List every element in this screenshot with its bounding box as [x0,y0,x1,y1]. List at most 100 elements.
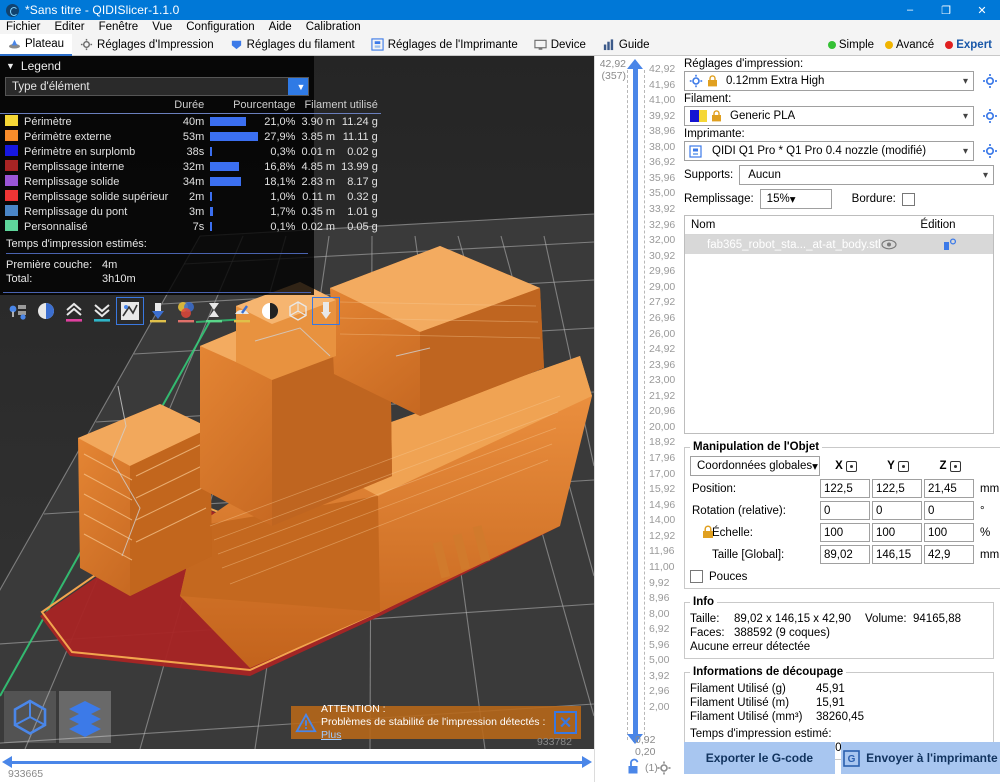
legend-row[interactable]: Remplissage solide supérieur2m1,0%0.11 m… [0,189,381,204]
filament-dropdown[interactable]: Generic PLA ▾ [684,106,974,126]
chevron-down-icon[interactable]: ▾ [963,146,968,157]
layer-slider-track[interactable] [633,68,638,742]
legend-collapse-caret[interactable]: ▼ [6,61,15,71]
tab-r-glages-du-filament[interactable]: Réglages du filament [222,34,363,56]
menu-item-calibration[interactable]: Calibration [299,20,368,34]
manipulation-input-y[interactable] [872,479,922,498]
manipulation-input-z[interactable] [924,479,974,498]
mode-label: Simple [839,39,874,51]
manipulation-input-y[interactable] [872,501,922,520]
mode-expert[interactable]: Expert [941,39,996,51]
gear-icon[interactable] [657,761,671,778]
edit-icon[interactable] [907,238,993,252]
feature-type-icon[interactable] [117,298,143,324]
reset-z-icon[interactable] [950,461,961,472]
warning-more-link[interactable]: Plus [321,729,341,741]
manipulation-input-y[interactable] [872,523,922,542]
printer-dropdown[interactable]: QIDI Q1 Pro * Q1 Pro 0.4 nozzle (modifié… [684,141,974,161]
moves-slider[interactable]: 933665 933782 [0,749,594,782]
legend-row[interactable]: Remplissage interne32m16,8%4.85 m13.99 g [0,159,381,174]
legend-row[interactable]: Périmètre externe53m27,9%3.85 m11.11 g [0,129,381,144]
legend-length: 0.02 m [298,219,338,234]
brim-checkbox[interactable] [902,193,915,206]
legend-row[interactable]: Remplissage solide34m18,1%2.83 m8.17 g [0,174,381,189]
3d-editor-view-button[interactable] [4,691,56,743]
tab-plateau[interactable]: Plateau [0,34,72,56]
manipulation-input-y[interactable] [872,545,922,564]
down-arrows-icon[interactable] [89,298,115,324]
time-icon[interactable] [201,298,227,324]
tab-r-glages-d-impression[interactable]: Réglages d'Impression [72,34,222,56]
manipulation-input-z[interactable] [924,545,974,564]
3d-viewport[interactable]: ▼ Legend Type d'élément ▼ Durée Pourcent… [0,56,594,749]
inches-checkbox[interactable] [690,570,703,583]
view-icon[interactable] [33,298,59,324]
manipulation-input-x[interactable] [820,523,870,542]
menu-item-fichier[interactable]: Fichier [0,20,48,34]
export-gcode-button[interactable]: Exporter le G-code [684,742,835,774]
eye-icon[interactable] [881,239,908,250]
preview-layers-view-button[interactable] [59,691,111,743]
layer-slider[interactable]: 42,92 (357) 42,9241,9641,0039,9238,9638,… [594,56,678,782]
send-to-printer-button[interactable]: G Envoyer à l'imprimante [841,742,1000,774]
scale-lock-icon[interactable] [702,525,714,542]
filament-gear-button[interactable] [982,108,998,124]
table-row[interactable]: fab365_robot_sta..._at-at_body.stl [685,235,993,254]
maximize-button[interactable]: ❐ [928,0,964,20]
chevron-down-icon[interactable]: ▾ [963,76,968,87]
chevron-down-icon[interactable]: ▼ [288,78,308,95]
tab-guide[interactable]: Guide [594,34,658,56]
manipulation-input-x[interactable] [820,545,870,564]
moves-slider-left-handle[interactable] [2,756,12,768]
travel-icon[interactable] [285,298,311,324]
legend-row[interactable]: Périmètre en surplomb38s0,3%0.01 m0.02 g [0,144,381,159]
tab-device[interactable]: Device [526,34,594,56]
unlocked-icon[interactable] [627,758,641,778]
menu-item-aide[interactable]: Aide [262,20,299,34]
moves-slider-right-handle[interactable] [582,756,592,768]
mode-simple[interactable]: Simple [824,39,878,51]
manipulation-input-z[interactable] [924,501,974,520]
reset-y-icon[interactable] [898,461,909,472]
legend-row[interactable]: Personnalisé7s0,1%0.02 m0.05 g [0,219,381,234]
supports-dropdown[interactable]: Aucun ▾ [739,165,994,185]
reset-x-icon[interactable] [846,461,857,472]
manipulation-input-x[interactable] [820,501,870,520]
menu-item-configuration[interactable]: Configuration [179,20,261,34]
menu-item-editer[interactable]: Editer [48,20,92,34]
printer-gear-button[interactable] [982,143,998,159]
minimize-button[interactable]: – [892,0,928,20]
view-type-dropdown[interactable]: Type d'élément ▼ [5,77,309,96]
divider [3,292,311,293]
menu-item-fentre[interactable]: Fenêtre [92,20,146,34]
arrange-icon[interactable] [5,298,31,324]
tab-r-glages-de-l-imprimante[interactable]: Réglages de l'Imprimante [363,34,526,56]
color-print-icon[interactable] [173,298,199,324]
menu-item-vue[interactable]: Vue [145,20,179,34]
legend-header[interactable]: ▼ Legend [0,56,314,77]
filament-down-icon[interactable] [145,298,171,324]
moves-slider-track[interactable] [12,761,582,764]
infill-dropdown[interactable]: 15% ▾ [760,189,832,209]
manipulation-input-x[interactable] [820,479,870,498]
up-arrows-icon[interactable] [61,298,87,324]
speed-icon[interactable] [229,298,255,324]
gear-icon [80,38,93,51]
shell-icon[interactable] [257,298,283,324]
chevron-down-icon[interactable]: ▾ [983,170,988,181]
print-settings-gear-button[interactable] [982,73,998,89]
legend-row[interactable]: Périmètre40m21,0%3.90 m11.24 g [0,114,381,130]
legend-row[interactable]: Remplissage du pont3m1,7%0.35 m1.01 g [0,204,381,219]
close-icon[interactable]: ✕ [554,711,577,734]
object-list[interactable]: Nom Édition fab365_robot_sta..._at-at_bo… [684,215,994,434]
chevron-down-icon[interactable]: ▾ [790,192,796,206]
view-mode-buttons [4,691,111,743]
chevron-down-icon[interactable]: ▾ [812,459,818,473]
close-button[interactable]: ✕ [964,0,1000,20]
retraction-icon[interactable] [313,298,339,324]
print-settings-dropdown[interactable]: 0.12mm Extra High ▾ [684,71,974,91]
coordinate-system-dropdown[interactable]: Coordonnées globales ▾ [690,456,820,476]
manipulation-input-z[interactable] [924,523,974,542]
mode-avanc[interactable]: Avancé [881,39,938,51]
chevron-down-icon[interactable]: ▾ [963,111,968,122]
